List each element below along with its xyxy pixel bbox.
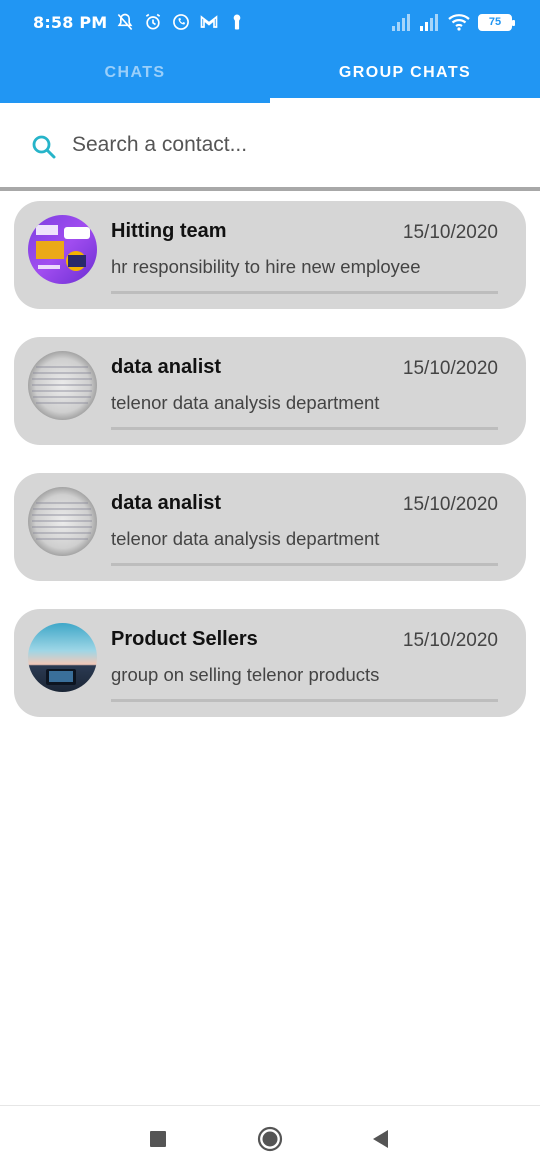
group-avatar	[28, 487, 97, 556]
signal-icon	[420, 14, 438, 31]
search-input[interactable]	[72, 127, 512, 163]
navigation-bar	[0, 1105, 540, 1170]
group-date: 15/10/2020	[402, 222, 498, 243]
divider	[111, 563, 498, 566]
search-bar	[0, 103, 540, 187]
group-date: 15/10/2020	[402, 494, 498, 515]
group-name: Hitting team	[111, 220, 227, 242]
status-time: 8:58 PM	[33, 12, 108, 32]
tab-bar: CHATS GROUP CHATS	[0, 46, 540, 103]
search-icon	[32, 135, 56, 159]
home-circle-icon[interactable]	[257, 1126, 283, 1152]
group-list: Hitting team 15/10/2020 hr responsibilit…	[14, 201, 526, 745]
status-bar: 8:58 PM 75	[0, 0, 540, 46]
group-card[interactable]: Hitting team 15/10/2020 hr responsibilit…	[14, 201, 526, 309]
group-description: telenor data analysis department	[111, 528, 380, 549]
group-card[interactable]: data analist 15/10/2020 telenor data ana…	[14, 473, 526, 581]
group-name: data analist	[111, 492, 222, 514]
group-date: 15/10/2020	[402, 358, 498, 379]
tab-group-chats[interactable]: GROUP CHATS	[270, 46, 540, 103]
whatsapp-icon	[173, 14, 190, 30]
back-triangle-icon[interactable]	[368, 1126, 394, 1152]
group-avatar	[28, 351, 97, 420]
group-avatar	[28, 623, 97, 692]
search-divider	[0, 187, 540, 191]
divider	[111, 699, 498, 702]
group-date: 15/10/2020	[402, 630, 498, 651]
group-description: hr responsibility to hire new employee	[111, 256, 421, 277]
divider	[111, 291, 498, 294]
group-name: Product Sellers	[111, 628, 258, 650]
recents-square-icon[interactable]	[145, 1126, 171, 1152]
alarm-icon	[146, 13, 161, 30]
gmail-icon	[201, 15, 218, 28]
tab-chats[interactable]: CHATS	[0, 46, 270, 103]
group-description: telenor data analysis department	[111, 392, 380, 413]
bell-off-icon	[118, 13, 133, 31]
group-name: data analist	[111, 356, 222, 378]
group-description: group on selling telenor products	[111, 664, 380, 685]
group-avatar	[28, 215, 97, 284]
wifi-icon	[448, 14, 470, 31]
group-card[interactable]: data analist 15/10/2020 telenor data ana…	[14, 337, 526, 445]
battery-icon: 75	[478, 13, 515, 31]
signal-icon	[392, 14, 410, 31]
divider	[111, 427, 498, 430]
group-card[interactable]: Product Sellers 15/10/2020 group on sell…	[14, 609, 526, 717]
keyhole-icon	[234, 14, 241, 30]
